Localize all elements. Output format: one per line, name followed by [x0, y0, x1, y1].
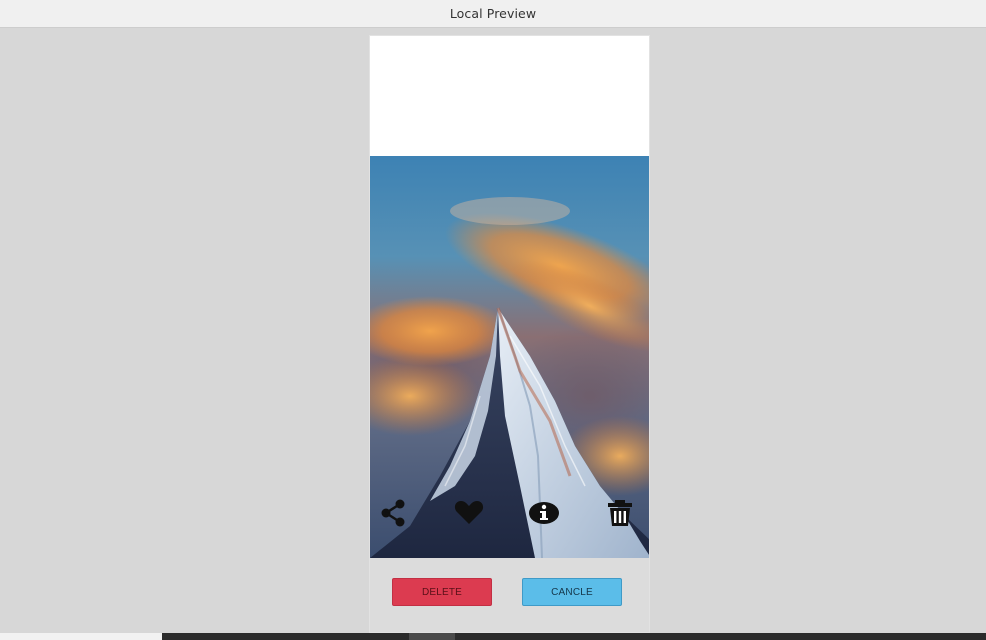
heart-icon [454, 501, 484, 524]
window-titlebar: Local Preview [0, 0, 986, 28]
cancel-button[interactable]: CANCLE [522, 578, 622, 606]
share-button[interactable] [378, 496, 412, 530]
taskbar-item[interactable] [409, 633, 455, 640]
preview-header [370, 36, 649, 156]
like-button[interactable] [452, 496, 486, 530]
info-button[interactable] [527, 496, 561, 530]
info-icon [529, 502, 559, 524]
divider [649, 558, 650, 580]
trash-button[interactable] [603, 496, 637, 530]
dialog-button-bar: DELETE CANCLE [370, 558, 650, 632]
share-icon [381, 499, 405, 527]
preview-device: DELETE CANCLE [369, 35, 650, 633]
window-title: Local Preview [449, 6, 537, 21]
photo-action-bar [370, 496, 649, 532]
trash-icon [608, 500, 632, 526]
delete-button[interactable]: DELETE [392, 578, 492, 606]
taskbar-left-panel [0, 633, 162, 640]
